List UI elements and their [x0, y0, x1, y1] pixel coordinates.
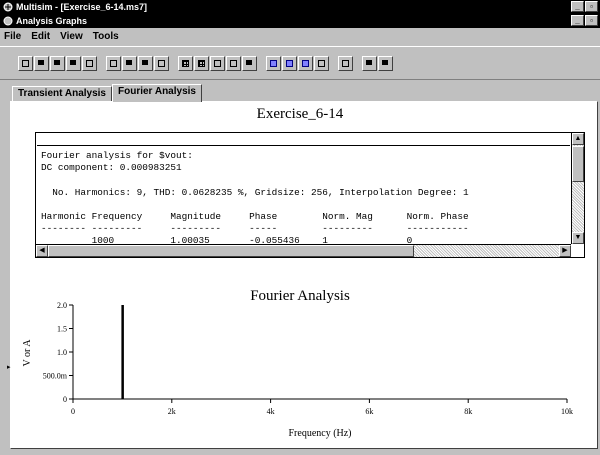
- scroll-down-icon[interactable]: ▼: [572, 232, 584, 244]
- cursor-icon[interactable]: [242, 56, 257, 71]
- horizontal-scroll-thumb[interactable]: [48, 245, 414, 257]
- export-icon[interactable]: [338, 56, 353, 71]
- x-tick-label: 6k: [365, 407, 373, 416]
- copy-icon[interactable]: [122, 56, 137, 71]
- menu-view[interactable]: View: [60, 29, 83, 44]
- paste-icon[interactable]: [138, 56, 153, 71]
- tab-transient-analysis[interactable]: Transient Analysis: [12, 86, 112, 102]
- x-tick-label: 8k: [464, 407, 472, 416]
- y-tick-label: 0: [63, 395, 67, 404]
- menu-edit[interactable]: Edit: [31, 29, 50, 44]
- y-axis-label: V or A: [22, 339, 33, 367]
- graph-title: Exercise_6-14: [256, 106, 344, 122]
- zoom-icon[interactable]: [226, 56, 241, 71]
- x-tick-label: 10k: [561, 407, 573, 416]
- fourier-chart[interactable]: ▸ V or A Frequency (Hz) 0 500.0m 1.0 1.5 2.0…: [0, 295, 600, 445]
- analysis-graphs-icon: [3, 16, 13, 26]
- save-icon[interactable]: [50, 56, 65, 71]
- tab-strip: Transient Analysis Fourier Analysis: [12, 84, 202, 102]
- scroll-up-icon[interactable]: ▲: [572, 133, 584, 145]
- app-title: Multisim - [Exercise_6-14.ms7]: [16, 2, 148, 12]
- y-tick-label: 500.0m: [43, 372, 68, 381]
- fourier-text-area[interactable]: Fourier analysis for $vout: DC component…: [37, 145, 570, 244]
- cut-icon[interactable]: [106, 56, 121, 71]
- graph-window-title-bar: Analysis Graphs _ ▫: [0, 14, 600, 28]
- restore-graph-icon[interactable]: [378, 56, 393, 71]
- trace-select-icon[interactable]: [314, 56, 329, 71]
- horizontal-scrollbar[interactable]: ◀ ▶: [36, 244, 571, 257]
- fourier-text-output: Fourier analysis for $vout: DC component…: [35, 132, 585, 258]
- scroll-right-icon[interactable]: ▶: [559, 245, 571, 257]
- print-preview-icon[interactable]: [82, 56, 97, 71]
- menu-tools[interactable]: Tools: [93, 29, 119, 44]
- properties-icon[interactable]: [266, 56, 281, 71]
- overlay-icon[interactable]: [362, 56, 377, 71]
- grid-icon[interactable]: [178, 56, 193, 71]
- window-minimize-button[interactable]: _: [571, 15, 584, 26]
- x-tick-label: 2k: [168, 407, 176, 416]
- x-tick-label: 4k: [267, 407, 275, 416]
- legend-icon[interactable]: [210, 56, 225, 71]
- minimize-button[interactable]: _: [571, 1, 584, 12]
- scroll-left-icon[interactable]: ◀: [36, 245, 48, 257]
- y-tick-label: 2.0: [57, 301, 67, 310]
- multisim-icon: [3, 2, 13, 12]
- print-icon[interactable]: [66, 56, 81, 71]
- restore-button[interactable]: ▫: [585, 1, 598, 12]
- undo-icon[interactable]: [154, 56, 169, 71]
- status-bar: [0, 449, 600, 455]
- tab-fourier-analysis[interactable]: Fourier Analysis: [112, 84, 202, 102]
- window-restore-button[interactable]: ▫: [585, 15, 598, 26]
- toolbar: [0, 46, 600, 80]
- trace-icon[interactable]: [282, 56, 297, 71]
- new-icon[interactable]: [18, 56, 33, 71]
- y-tick-label: 1.0: [57, 348, 67, 357]
- data-bar: [121, 305, 124, 399]
- trace-edit-icon[interactable]: [298, 56, 313, 71]
- open-icon[interactable]: [34, 56, 49, 71]
- fourier-text: Fourier analysis for $vout: DC component…: [41, 150, 469, 244]
- y-tick-label: 1.5: [57, 325, 67, 334]
- menu-file[interactable]: File: [4, 29, 21, 44]
- vertical-scroll-thumb[interactable]: [572, 146, 584, 182]
- vertical-scrollbar[interactable]: ▲ ▼: [571, 133, 584, 244]
- menu-bar: File Edit View Tools: [0, 29, 600, 44]
- x-axis-label: Frequency (Hz): [288, 428, 351, 439]
- grid-toggle-icon[interactable]: [194, 56, 209, 71]
- x-tick-label: 0: [71, 407, 75, 416]
- chart-marker-icon: ▸: [7, 363, 11, 371]
- app-title-bar: Multisim - [Exercise_6-14.ms7] _ ▫: [0, 0, 600, 14]
- graph-window-title: Analysis Graphs: [16, 16, 88, 26]
